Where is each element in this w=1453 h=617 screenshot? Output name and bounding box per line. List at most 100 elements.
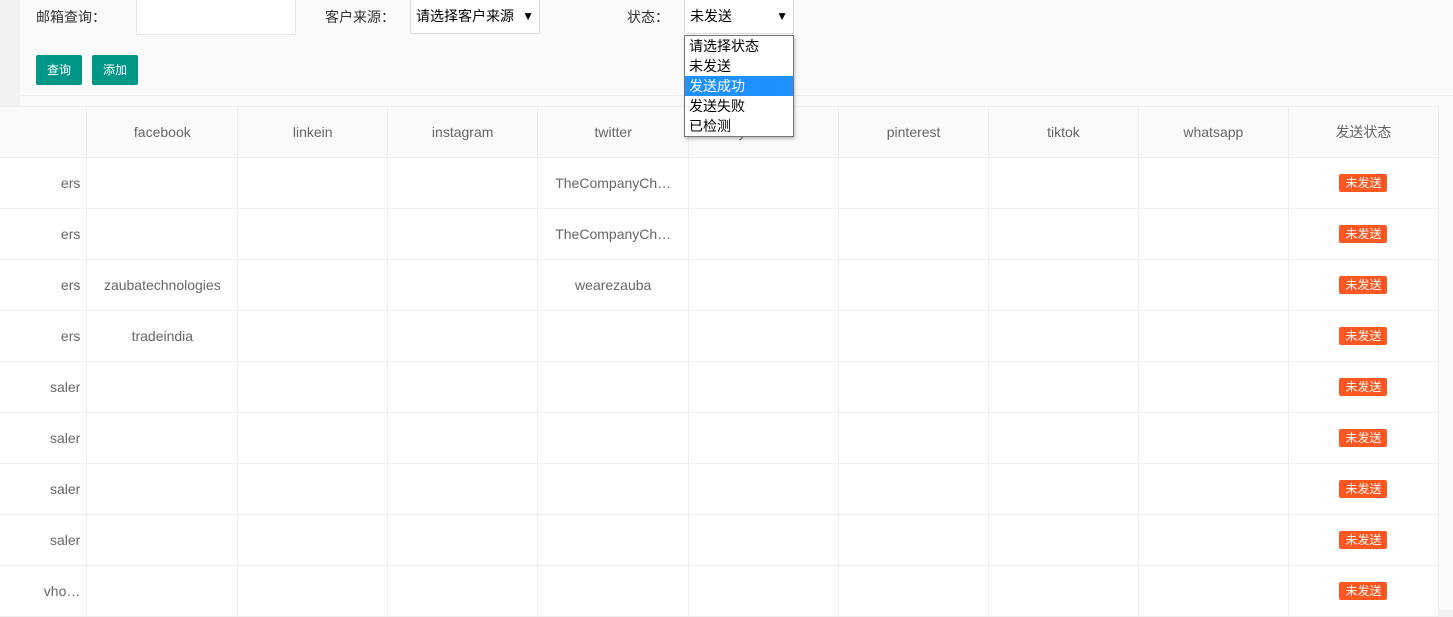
column-header[interactable]: instagram (387, 106, 539, 158)
status-badge: 未发送 (1339, 174, 1388, 192)
table-cell (387, 259, 539, 311)
table-cell (838, 412, 990, 464)
table-cell (988, 361, 1139, 413)
table-cell: tradeindia (86, 310, 239, 362)
status-badge: 未发送 (1339, 225, 1388, 243)
table-cell (537, 412, 690, 464)
status-cell: 未发送 (1287, 565, 1440, 617)
table-cell (1137, 310, 1289, 362)
table-cell (237, 310, 389, 362)
table-cell (688, 259, 840, 311)
table-cell (537, 463, 690, 515)
table-row[interactable]: vho… 未发送 (0, 565, 1440, 617)
status-cell: 未发送 (1287, 412, 1440, 464)
table-cell (1137, 361, 1289, 413)
table-cell (537, 514, 690, 566)
status-badge: 未发送 (1339, 480, 1388, 498)
table-cell (387, 208, 539, 260)
status-option[interactable]: 发送失败 (685, 96, 793, 116)
table-cell (988, 412, 1139, 464)
status-cell: 未发送 (1287, 259, 1440, 311)
status-dropdown-list: 请选择状态 未发送 发送成功 发送失败 已检测 (684, 35, 794, 137)
table-cell (688, 310, 840, 362)
table-cell: ers (0, 208, 88, 260)
table-cell (1137, 259, 1289, 311)
column-header[interactable]: pinterest (838, 106, 990, 158)
table-cell (838, 463, 990, 515)
table-cell (237, 208, 389, 260)
table-cell: TheCompanyCh… (537, 157, 690, 209)
query-button[interactable]: 查询 (36, 55, 83, 85)
table-cell (988, 310, 1139, 362)
source-select-value: 请选择客户来源 (416, 8, 514, 24)
table-cell (838, 208, 990, 260)
table-row[interactable]: saler 未发送 (0, 361, 1440, 413)
table-cell: ers (0, 310, 88, 362)
status-badge: 未发送 (1339, 276, 1388, 294)
table-row[interactable]: saler 未发送 (0, 463, 1440, 515)
column-header[interactable]: 发送状态 (1287, 106, 1440, 158)
status-option[interactable]: 未发送 (685, 56, 793, 76)
table-cell (1137, 463, 1289, 515)
column-header[interactable]: twitter (537, 106, 690, 158)
email-input[interactable] (136, 0, 296, 35)
table-cell: saler (0, 514, 88, 566)
table-cell (688, 157, 840, 209)
table-cell (387, 565, 539, 617)
table-cell: saler (0, 412, 88, 464)
table-cell (1137, 412, 1289, 464)
status-cell: 未发送 (1287, 310, 1440, 362)
table-row[interactable]: saler 未发送 (0, 514, 1440, 566)
table-cell: ers (0, 259, 88, 311)
table-cell: wearezauba (537, 259, 690, 311)
status-option[interactable]: 请选择状态 (685, 36, 793, 56)
table-cell (387, 361, 539, 413)
table-cell (86, 361, 239, 413)
column-header[interactable]: whatsapp (1137, 106, 1289, 158)
status-select[interactable]: 未发送 ▼ (684, 0, 794, 34)
table-cell (387, 463, 539, 515)
table-row[interactable]: ers TheCompanyCh… 未发送 (0, 208, 1440, 260)
status-cell: 未发送 (1287, 361, 1440, 413)
table-cell (988, 157, 1139, 209)
column-header[interactable]: facebook (86, 106, 239, 158)
table-cell (1137, 565, 1289, 617)
status-cell: 未发送 (1287, 157, 1440, 209)
table-row[interactable]: ers TheCompanyCh… 未发送 (0, 157, 1440, 209)
add-button[interactable]: 添加 (92, 55, 139, 85)
table-cell (537, 310, 690, 362)
source-select[interactable]: 请选择客户来源 ▼ (410, 0, 540, 34)
table-cell (838, 157, 990, 209)
column-header[interactable]: linkein (237, 106, 389, 158)
table-row[interactable]: saler 未发送 (0, 412, 1440, 464)
table-cell (988, 514, 1139, 566)
table-cell (688, 463, 840, 515)
table-cell (988, 463, 1139, 515)
data-table: facebooklinkeininstagramtwitteryoutubepi… (0, 106, 1440, 617)
status-cell: 未发送 (1287, 208, 1440, 260)
table-cell (988, 208, 1139, 260)
status-cell: 未发送 (1287, 463, 1440, 515)
table-cell: TheCompanyCh… (537, 208, 690, 260)
table-cell (387, 310, 539, 362)
table-cell (86, 412, 239, 464)
table-cell (688, 361, 840, 413)
table-cell (237, 463, 389, 515)
status-option[interactable]: 已检测 (685, 116, 793, 136)
status-option[interactable]: 发送成功 (685, 76, 793, 96)
table-cell (387, 412, 539, 464)
table-cell (838, 310, 990, 362)
column-header[interactable]: tiktok (988, 106, 1139, 158)
table-cell: ers (0, 157, 88, 209)
source-label: 客户来源： (325, 9, 395, 25)
table-cell (1137, 157, 1289, 209)
table-row[interactable]: ers tradeindia 未发送 (0, 310, 1440, 362)
table-cell (988, 565, 1139, 617)
status-badge: 未发送 (1339, 378, 1388, 396)
status-label: 状态： (627, 9, 669, 25)
table-cell (86, 463, 239, 515)
table-row[interactable]: ers zaubatechnologies wearezauba 未发送 (0, 259, 1440, 311)
column-header[interactable] (0, 106, 88, 158)
table-cell (237, 259, 389, 311)
status-badge: 未发送 (1339, 582, 1388, 600)
